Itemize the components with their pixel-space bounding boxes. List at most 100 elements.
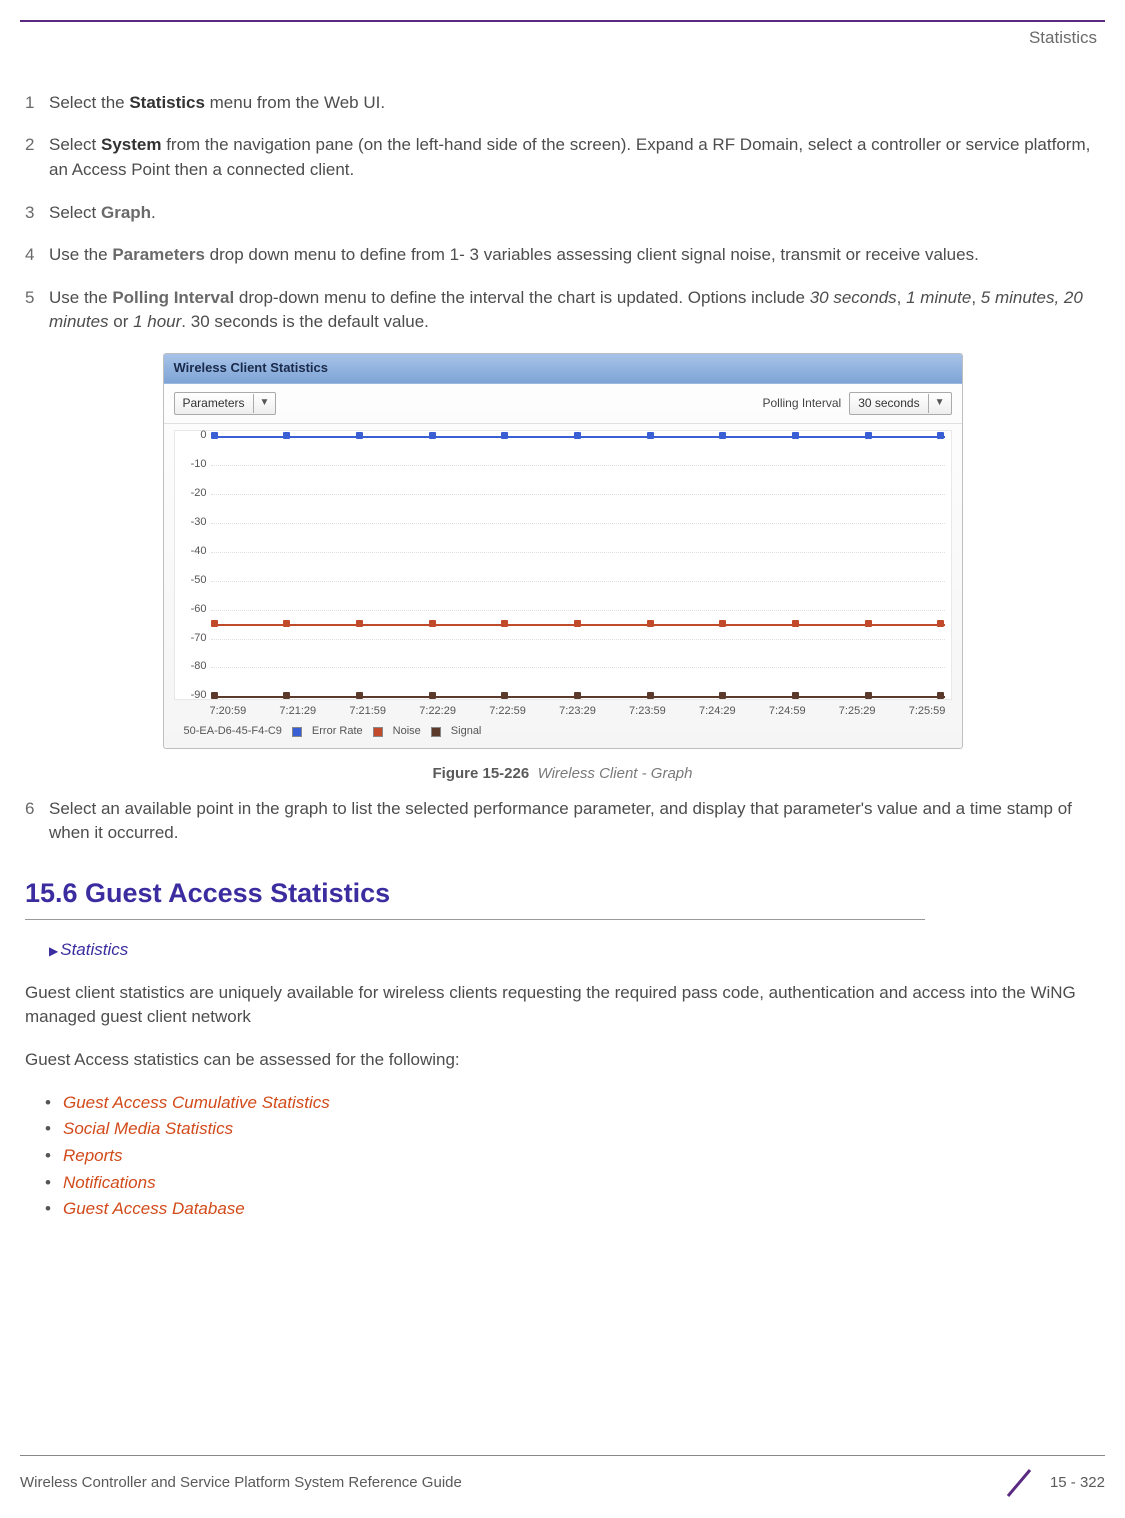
- step-body: Use the Polling Interval drop-down menu …: [49, 286, 1100, 335]
- step-5: 5Use the Polling Interval drop-down menu…: [25, 286, 1100, 335]
- data-point[interactable]: [647, 432, 654, 439]
- xref-item: Social Media Statistics: [45, 1117, 1100, 1142]
- x-tick-label: 7:23:29: [559, 704, 596, 720]
- step-number: 6: [25, 797, 49, 846]
- polling-interval-value: 30 seconds: [850, 393, 927, 414]
- data-point[interactable]: [283, 432, 290, 439]
- data-point[interactable]: [283, 620, 290, 627]
- data-point[interactable]: [211, 692, 218, 699]
- data-point[interactable]: [429, 620, 436, 627]
- breadcrumb-label: Statistics: [60, 940, 128, 959]
- xref-item: Guest Access Cumulative Statistics: [45, 1091, 1100, 1116]
- section-heading: 15.6 Guest Access Statistics: [25, 874, 1100, 913]
- chart-title: Wireless Client Statistics: [164, 354, 962, 384]
- y-tick-label: 0: [179, 428, 207, 444]
- xref-list: Guest Access Cumulative Statistics Social…: [25, 1091, 1100, 1222]
- y-tick-label: -70: [179, 631, 207, 647]
- polling-interval-dropdown[interactable]: 30 seconds ▼: [849, 392, 951, 415]
- data-point[interactable]: [647, 620, 654, 627]
- data-point[interactable]: [574, 692, 581, 699]
- x-tick-label: 7:21:29: [279, 704, 316, 720]
- data-point[interactable]: [574, 432, 581, 439]
- plot-area[interactable]: 0-10-20-30-40-50-60-70-80-90: [174, 430, 952, 700]
- x-tick-label: 7:24:29: [699, 704, 736, 720]
- data-point[interactable]: [865, 432, 872, 439]
- xref-link[interactable]: Guest Access Database: [63, 1199, 245, 1218]
- data-point[interactable]: [283, 692, 290, 699]
- x-tick-label: 7:25:59: [909, 704, 946, 720]
- data-point[interactable]: [792, 692, 799, 699]
- legend-error-rate: Error Rate: [312, 724, 363, 740]
- legend-swatch-signal: [431, 727, 441, 737]
- parameters-dropdown[interactable]: Parameters ▼: [174, 392, 277, 415]
- series-points[interactable]: [211, 432, 945, 439]
- gridline: [211, 523, 945, 524]
- step-number: 1: [25, 91, 49, 116]
- y-tick-label: -10: [179, 457, 207, 473]
- y-tick-label: -60: [179, 602, 207, 618]
- x-tick-label: 7:22:59: [489, 704, 526, 720]
- xref-item: Guest Access Database: [45, 1197, 1100, 1222]
- series-points[interactable]: [211, 692, 945, 699]
- data-point[interactable]: [356, 620, 363, 627]
- gridline: [211, 465, 945, 466]
- data-point[interactable]: [356, 692, 363, 699]
- xref-link[interactable]: Reports: [63, 1146, 123, 1165]
- xref-link[interactable]: Guest Access Cumulative Statistics: [63, 1093, 330, 1112]
- running-header: Statistics: [20, 26, 1105, 51]
- data-point[interactable]: [719, 620, 726, 627]
- data-point[interactable]: [719, 432, 726, 439]
- chevron-down-icon: ▼: [928, 394, 951, 413]
- footer-slash-icon: [1002, 1466, 1036, 1500]
- legend-noise: Noise: [393, 724, 421, 740]
- data-point[interactable]: [865, 692, 872, 699]
- data-point[interactable]: [501, 432, 508, 439]
- breadcrumb-arrow-icon: ▶: [49, 944, 58, 958]
- data-point[interactable]: [574, 620, 581, 627]
- section-para-1: Guest client statistics are uniquely ava…: [25, 981, 1100, 1030]
- data-point[interactable]: [356, 432, 363, 439]
- y-tick-label: -50: [179, 573, 207, 589]
- figure-label: Figure 15-226: [433, 765, 530, 782]
- legend-swatch-error: [292, 727, 302, 737]
- data-point[interactable]: [501, 620, 508, 627]
- section-para-2: Guest Access statistics can be assessed …: [25, 1048, 1100, 1073]
- series-points[interactable]: [211, 620, 945, 627]
- footer-doc-title: Wireless Controller and Service Platform…: [20, 1472, 462, 1494]
- data-point[interactable]: [647, 692, 654, 699]
- step-body: Select the Statistics menu from the Web …: [49, 91, 1100, 116]
- data-point[interactable]: [719, 692, 726, 699]
- y-tick-label: -90: [179, 688, 207, 704]
- chevron-down-icon: ▼: [253, 394, 276, 413]
- data-point[interactable]: [937, 432, 944, 439]
- step-4: 4Use the Parameters drop down menu to de…: [25, 243, 1100, 268]
- gridline: [211, 610, 945, 611]
- chart-panel: Wireless Client Statistics Parameters ▼ …: [163, 353, 963, 749]
- device-id-label: 50-EA-D6-45-F4-C9: [184, 724, 282, 740]
- data-point[interactable]: [429, 432, 436, 439]
- xref-link[interactable]: Notifications: [63, 1173, 156, 1192]
- data-point[interactable]: [211, 432, 218, 439]
- data-point[interactable]: [792, 620, 799, 627]
- step-number: 2: [25, 133, 49, 182]
- data-point[interactable]: [792, 432, 799, 439]
- step-body: Select System from the navigation pane (…: [49, 133, 1100, 182]
- data-point[interactable]: [501, 692, 508, 699]
- legend-signal: Signal: [451, 724, 482, 740]
- x-axis-labels: 7:20:597:21:297:21:597:22:297:22:597:23:…: [164, 700, 962, 722]
- data-point[interactable]: [937, 692, 944, 699]
- x-tick-label: 7:25:29: [839, 704, 876, 720]
- chart-legend: 50-EA-D6-45-F4-C9 Error Rate Noise Signa…: [164, 722, 962, 748]
- x-tick-label: 7:23:59: [629, 704, 666, 720]
- xref-link[interactable]: Social Media Statistics: [63, 1119, 233, 1138]
- step-body: Use the Parameters drop down menu to def…: [49, 243, 1100, 268]
- data-point[interactable]: [429, 692, 436, 699]
- figure-caption: Figure 15-226 Wireless Client - Graph: [25, 763, 1100, 785]
- gridline: [211, 494, 945, 495]
- xref-item: Reports: [45, 1144, 1100, 1169]
- data-point[interactable]: [937, 620, 944, 627]
- data-point[interactable]: [865, 620, 872, 627]
- y-tick-label: -30: [179, 515, 207, 531]
- breadcrumb[interactable]: ▶Statistics: [49, 938, 1100, 963]
- data-point[interactable]: [211, 620, 218, 627]
